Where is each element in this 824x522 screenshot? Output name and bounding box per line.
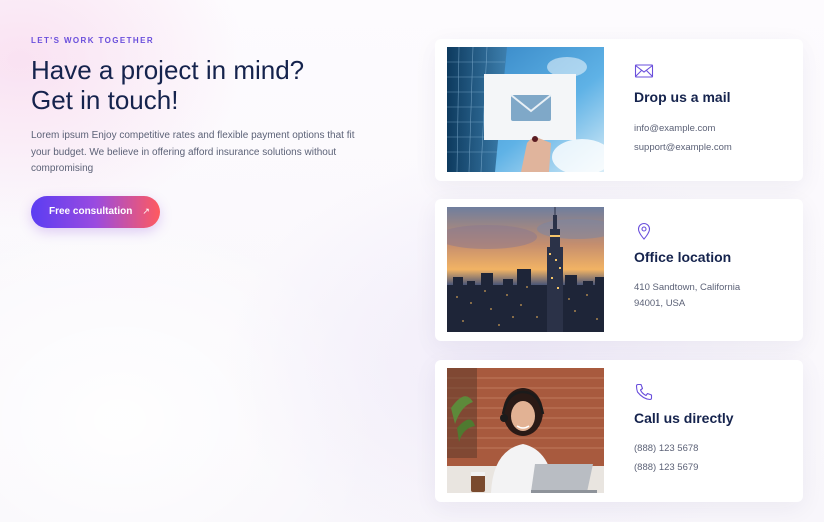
- phone-number-1[interactable]: (888) 123 5678: [634, 441, 794, 457]
- office-info: Office location 410 Sandtown, California…: [634, 221, 794, 312]
- phone-icon: [634, 382, 654, 402]
- mail-icon: [634, 61, 654, 81]
- eyebrow-label: LET'S WORK TOGETHER: [31, 36, 155, 45]
- contact-card-call: Call us directly (888) 123 5678 (888) 12…: [435, 360, 803, 502]
- city-photo: [447, 207, 604, 332]
- address-line-2: 94001, USA: [634, 298, 686, 309]
- mail-info: Drop us a mail info@example.com support@…: [634, 61, 794, 156]
- address-line-1: 410 Sandtown, California: [634, 282, 741, 293]
- page-title: Have a project in mind? Get in touch!: [31, 55, 361, 115]
- title-line-2: Get in touch!: [31, 85, 179, 115]
- card-title-call: Call us directly: [634, 410, 734, 426]
- hero-section: LET'S WORK TOGETHER Have a project in mi…: [31, 36, 361, 228]
- contact-card-mail: Drop us a mail info@example.com support@…: [435, 39, 803, 181]
- phone-number-2[interactable]: (888) 123 5679: [634, 460, 794, 476]
- title-line-1: Have a project in mind?: [31, 55, 305, 85]
- contact-card-office: Office location 410 Sandtown, California…: [435, 199, 803, 341]
- mail-photo: [447, 47, 604, 172]
- card-title-office: Office location: [634, 249, 732, 265]
- location-pin-icon: [634, 221, 654, 241]
- support-agent-photo: [447, 368, 604, 493]
- email-support-link[interactable]: support@example.com: [634, 140, 794, 156]
- call-info: Call us directly (888) 123 5678 (888) 12…: [634, 382, 794, 476]
- hero-description: Lorem ipsum Enjoy competitive rates and …: [31, 130, 355, 174]
- cta-label: Free consultation: [49, 206, 133, 217]
- card-title-mail: Drop us a mail: [634, 89, 731, 105]
- free-consultation-button[interactable]: Free consultation ↗: [31, 195, 160, 228]
- email-info-link[interactable]: info@example.com: [634, 121, 794, 137]
- arrow-up-right-icon: ↗: [142, 206, 150, 216]
